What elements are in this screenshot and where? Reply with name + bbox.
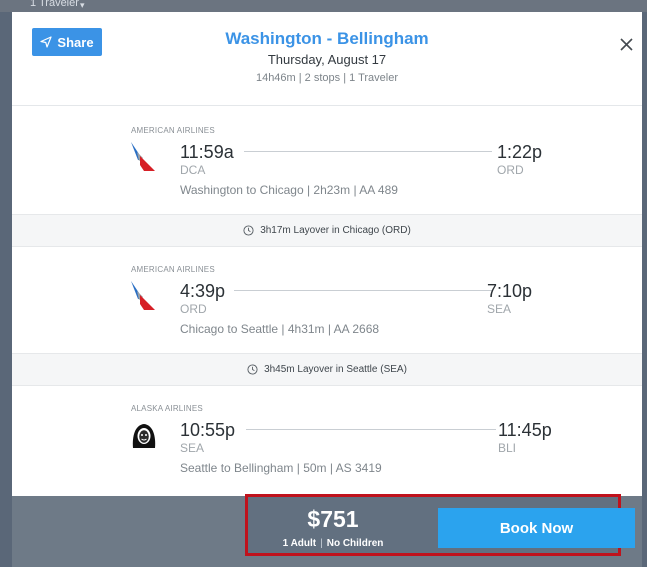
close-icon	[620, 38, 633, 51]
route-title: Washington - Bellingham	[225, 29, 429, 48]
airline-name: ALASKA AIRLINES	[131, 404, 203, 413]
background-page-edge	[0, 12, 12, 567]
travel-date: Thursday, August 17	[267, 52, 387, 67]
arrival-time: 1:22p	[497, 142, 543, 162]
chevron-down-icon: ▾	[80, 0, 85, 10]
airline-name: AMERICAN AIRLINES	[131, 265, 215, 274]
departure-airport: ORD	[180, 302, 207, 316]
arrival-airport: BLI	[498, 441, 517, 455]
arrival-time: 11:45p	[498, 420, 552, 440]
flight-description: Seattle to Bellingham | 50m | AS 3419	[180, 461, 382, 475]
pax-separator: |	[320, 538, 323, 549]
passenger-summary: 1 Adult | No Children	[245, 538, 421, 549]
flight-path-line	[246, 429, 496, 430]
flight-description: Chicago to Seattle | 4h31m | AA 2668	[180, 322, 380, 336]
arrival-airport: SEA	[487, 302, 512, 316]
clock-icon	[243, 225, 254, 236]
american-airlines-logo	[129, 279, 161, 311]
departure-airport: SEA	[180, 441, 205, 455]
layover-banner: 3h17m Layover in Chicago (ORD)	[12, 214, 642, 247]
background-page-edge	[642, 12, 647, 567]
flight-description: Washington to Chicago | 2h23m | AA 489	[180, 183, 398, 197]
book-now-button[interactable]: Book Now	[438, 508, 635, 548]
children-count: No Children	[326, 538, 384, 549]
flight-path-line	[244, 151, 492, 152]
american-airlines-logo	[129, 140, 161, 172]
airline-name: AMERICAN AIRLINES	[131, 126, 215, 135]
alaska-airlines-logo	[129, 420, 161, 452]
traveler-selector-text: 1 Traveler	[30, 0, 79, 9]
background-page	[0, 0, 647, 12]
trip-summary: 14h46m | 2 stops | 1 Traveler	[255, 72, 399, 84]
layover-text: 3h45m Layover in Seattle (SEA)	[264, 364, 407, 375]
layover-text: 3h17m Layover in Chicago (ORD)	[260, 225, 411, 236]
departure-airport: DCA	[180, 163, 206, 177]
clock-icon	[247, 364, 258, 375]
flight-path-line	[234, 290, 492, 291]
departure-time: 10:55p	[180, 420, 236, 440]
total-price: $751	[307, 506, 359, 532]
arrival-time: 7:10p	[487, 281, 533, 301]
arrival-airport: ORD	[497, 163, 524, 177]
departure-time: 4:39p	[180, 281, 226, 301]
close-button[interactable]	[617, 35, 637, 55]
adults-count: 1 Adult	[282, 538, 317, 549]
layover-banner: 3h45m Layover in Seattle (SEA)	[12, 353, 642, 386]
departure-time: 11:59a	[180, 142, 234, 162]
header-divider	[12, 105, 642, 106]
flight-details-modal: Share Washington - Bellingham Thursday, …	[12, 12, 642, 496]
